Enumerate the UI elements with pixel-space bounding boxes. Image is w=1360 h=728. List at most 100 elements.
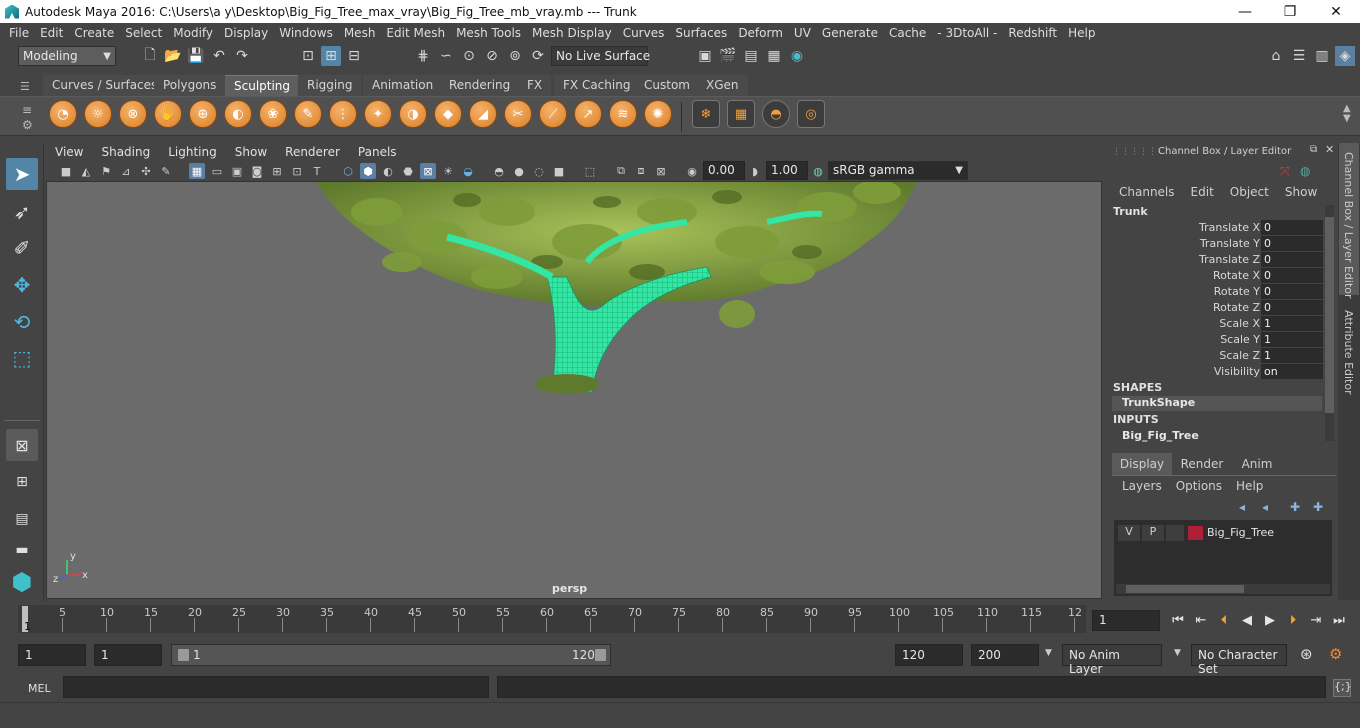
shadows-icon[interactable]: ◒ — [460, 163, 476, 179]
four-view-layout-icon[interactable]: ⊞ — [6, 466, 38, 498]
animation-start-field[interactable]: 1 — [18, 644, 86, 666]
layer-display-type-toggle[interactable] — [1166, 525, 1184, 541]
gamma-field[interactable]: 1.00 — [766, 161, 808, 180]
panel-menu-view[interactable]: View — [46, 145, 92, 159]
side-tab-channel-box[interactable]: Channel Box / Layer Editor — [1342, 152, 1355, 299]
motion-blur-icon[interactable]: ● — [511, 163, 527, 179]
panel-drag-handle[interactable]: ⋮⋮⋮⋮⋮ — [1112, 147, 1157, 157]
exposure-field[interactable]: 0.00 — [703, 161, 745, 180]
range-end-handle[interactable] — [595, 649, 606, 661]
wireframe-icon[interactable]: ⬡ — [340, 163, 356, 179]
new-layer-selected-icon[interactable]: ✚ — [1313, 500, 1323, 514]
channel-row-scale-y[interactable]: Scale Y1 — [1106, 332, 1326, 348]
screen-space-ao-icon[interactable]: ◓ — [491, 163, 507, 179]
smooth-tool-icon[interactable]: ☼ — [84, 100, 112, 128]
modeling-toolkit-icon[interactable]: ☰ — [1289, 46, 1309, 66]
shelf-tab-fx-caching[interactable]: FX Caching — [554, 75, 640, 96]
float-panel-icon[interactable]: ⧉ — [1310, 144, 1317, 155]
imprint-tool-icon[interactable]: ✦ — [364, 100, 392, 128]
menu-curves[interactable]: Curves — [618, 26, 671, 40]
spray-tool-icon[interactable]: ✎ — [294, 100, 322, 128]
attribute-editor-toggle-icon[interactable]: ▥ — [1312, 46, 1332, 66]
shelf-settings-gear-icon[interactable]: ⚙ — [22, 118, 33, 132]
grid-toggle-icon[interactable]: ▦ — [189, 163, 205, 179]
view-transform-dropdown[interactable]: sRGB gamma ▼ — [828, 161, 968, 180]
live-surface-icon[interactable]: ⟳ — [528, 46, 548, 66]
gamma-icon[interactable]: ◗ — [747, 163, 763, 179]
two-d-pan-icon[interactable]: ✣ — [138, 163, 154, 179]
menu-mesh-display[interactable]: Mesh Display — [527, 26, 618, 40]
step-forward-key-icon[interactable]: ⏵ — [1283, 610, 1303, 630]
scale-tool-icon[interactable]: ⬚ — [6, 342, 38, 374]
channel-box-toggle-icon[interactable]: ◈ — [1335, 46, 1355, 66]
layer-playback-toggle[interactable]: P — [1142, 525, 1164, 541]
channel-row-visibility[interactable]: Visibility on — [1106, 364, 1326, 380]
depth-of-field-icon[interactable]: ■ — [551, 163, 567, 179]
shelf-scroll-arrows-icon[interactable]: ▲ ▼ — [1343, 104, 1351, 124]
sculpt-mask-icon[interactable]: ▦ — [727, 100, 755, 128]
exposure-icon[interactable]: ◉ — [684, 163, 700, 179]
shelf-tab-xgen[interactable]: XGen — [697, 75, 748, 96]
scrape-tool-icon[interactable]: ◆ — [434, 100, 462, 128]
gate-mask-icon[interactable]: ◙ — [249, 163, 265, 179]
manipulator-icon[interactable]: ⤧ — [1280, 164, 1290, 179]
go-to-start-icon[interactable]: ⏮ — [1168, 610, 1188, 630]
knife-tool-icon[interactable]: ✂ — [504, 100, 532, 128]
menu-redshift[interactable]: Redshift — [1003, 26, 1063, 40]
layer-tab-anim[interactable]: Anim — [1232, 453, 1282, 476]
step-forward-frame-icon[interactable]: ⇥ — [1306, 610, 1326, 630]
layer-color-swatch[interactable] — [1188, 526, 1203, 540]
render-view-icon[interactable]: ▣ — [695, 46, 715, 66]
animation-end-field[interactable]: 200 — [971, 644, 1039, 666]
shelf-options-icon[interactable]: ≡ — [22, 103, 32, 117]
select-hierarchy-icon[interactable]: ⊡ — [298, 46, 318, 66]
paint-select-tool-icon[interactable]: ✐ — [6, 232, 38, 264]
channel-row-translate-x[interactable]: Translate X0 — [1106, 220, 1326, 236]
redo-icon[interactable]: ↷ — [232, 46, 252, 66]
command-language-label[interactable]: MEL — [28, 682, 51, 695]
wax-tool-icon[interactable]: ◑ — [399, 100, 427, 128]
range-slider[interactable]: 1 120 — [171, 644, 611, 666]
step-back-key-icon[interactable]: ⏴ — [1214, 610, 1234, 630]
field-chart-icon[interactable]: ⊞ — [269, 163, 285, 179]
rotate-tool-icon[interactable]: ⟲ — [6, 306, 38, 338]
close-button[interactable]: ✕ — [1313, 0, 1359, 23]
shelf-tab-rigging[interactable]: Rigging — [298, 75, 362, 96]
range-start-handle[interactable] — [178, 649, 189, 661]
menu-uv[interactable]: UV — [789, 26, 817, 40]
shelf-tab-custom[interactable]: Custom — [635, 75, 699, 96]
isolate-select-icon[interactable]: ⬚ — [582, 163, 598, 179]
shelf-tab-fx[interactable]: FX — [518, 75, 552, 96]
bulge-tool-icon[interactable]: ↗ — [574, 100, 602, 128]
menu-edit-mesh[interactable]: Edit Mesh — [381, 26, 451, 40]
layer-menu-help[interactable]: Help — [1236, 479, 1263, 493]
channel-menu-channels[interactable]: Channels — [1119, 185, 1175, 199]
undo-icon[interactable]: ↶ — [209, 46, 229, 66]
channel-row-translate-z[interactable]: Translate Z0 — [1106, 252, 1326, 268]
snap-surface-icon[interactable]: ⊚ — [505, 46, 525, 66]
smear-tool-icon[interactable]: ⟋ — [539, 100, 567, 128]
layer-scroll-thumb[interactable] — [1126, 585, 1244, 593]
default-material-icon[interactable]: ⬣ — [400, 163, 416, 179]
layer-tab-render[interactable]: Render — [1174, 453, 1230, 476]
panel-menu-panels[interactable]: Panels — [349, 145, 406, 159]
film-gate-icon[interactable]: ▭ — [209, 163, 225, 179]
wireframe-on-shaded-icon[interactable]: ◐ — [380, 163, 396, 179]
smooth-shade-icon[interactable]: ⬢ — [360, 163, 376, 179]
channel-menu-show[interactable]: Show — [1285, 185, 1317, 199]
character-set-dropdown[interactable]: No Character Set — [1191, 644, 1287, 676]
panel-menu-shading[interactable]: Shading — [92, 145, 159, 159]
resolution-gate-icon[interactable]: ▣ — [229, 163, 245, 179]
fill-tool-icon[interactable]: ◢ — [469, 100, 497, 128]
menu-edit[interactable]: Edit — [35, 26, 69, 40]
shelf-tab-curves-surfaces[interactable]: Curves / Surfaces — [43, 75, 167, 96]
mode-selector-dropdown[interactable]: Modeling ▼ — [18, 46, 116, 66]
move-layer-up-icon[interactable]: ◂ — [1239, 500, 1245, 514]
layer-tab-display[interactable]: Display — [1112, 453, 1172, 476]
channel-row-rotate-x[interactable]: Rotate X0 — [1106, 268, 1326, 284]
channel-box-scrollbar[interactable] — [1325, 205, 1334, 441]
menu-cache[interactable]: Cache — [884, 26, 932, 40]
menu-generate[interactable]: Generate — [817, 26, 884, 40]
menu-mesh[interactable]: Mesh — [339, 26, 382, 40]
playback-start-field[interactable]: 1 — [94, 644, 162, 666]
